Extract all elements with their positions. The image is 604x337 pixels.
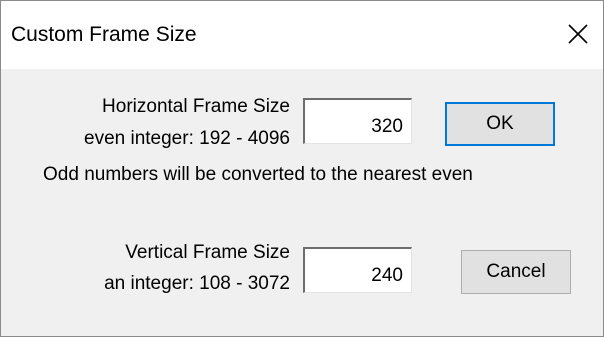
vertical-frame-size-input[interactable] [303,247,412,293]
horizontal-frame-size-input[interactable] [303,98,412,144]
custom-frame-size-dialog: Custom Frame Size Horizontal Frame Size … [0,0,604,337]
vertical-range-label: an integer: 108 - 3072 [104,273,290,294]
title-bar: Custom Frame Size [1,1,603,69]
close-icon [568,24,588,44]
horizontal-range-label: even integer: 192 - 4096 [84,128,290,149]
close-button[interactable] [553,9,603,59]
window-title: Custom Frame Size [11,23,197,46]
cancel-button[interactable]: Cancel [461,250,571,294]
horizontal-frame-size-label: Horizontal Frame Size [102,96,290,117]
vertical-frame-size-label: Vertical Frame Size [125,242,290,263]
odd-numbers-note: Odd numbers will be converted to the nea… [43,164,473,185]
ok-button[interactable]: OK [445,102,555,146]
